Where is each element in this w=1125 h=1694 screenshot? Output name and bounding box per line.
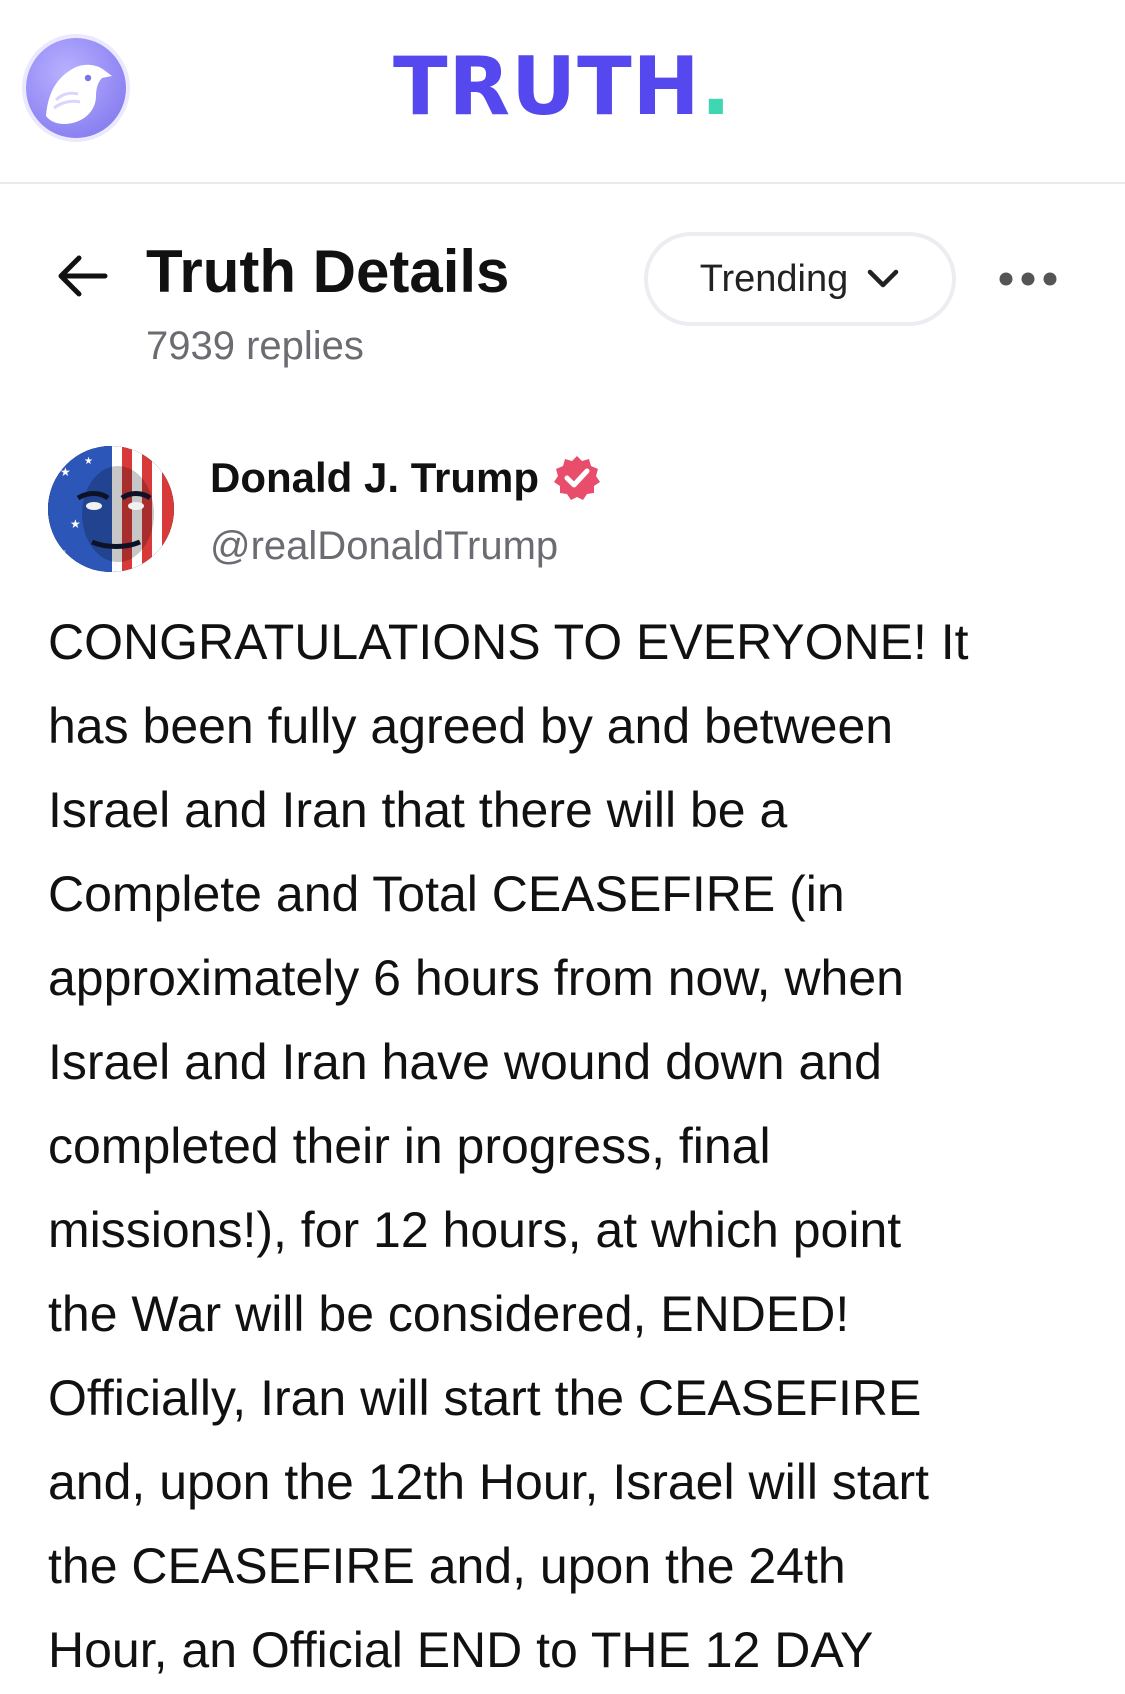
verified-badge-icon <box>554 456 601 500</box>
svg-text:★: ★ <box>70 517 81 531</box>
author-name[interactable]: Donald J. Trump <box>210 452 539 504</box>
brand-name: TRUTH <box>392 40 701 133</box>
back-button[interactable] <box>52 246 112 306</box>
page-title: Truth Details <box>146 238 510 305</box>
avatar[interactable]: ★ ★ ★ ★ <box>48 446 174 572</box>
arrow-left-icon <box>58 255 108 297</box>
chevron-down-icon <box>868 269 899 288</box>
svg-text:★: ★ <box>84 456 93 467</box>
reply-count: 7939 replies <box>146 324 364 368</box>
svg-text:★: ★ <box>56 545 67 559</box>
sort-label: Trending <box>699 257 849 300</box>
more-options-button[interactable] <box>996 256 1060 302</box>
post-text: CONGRATULATIONS TO EVERYONE! It has been… <box>48 614 969 1678</box>
sort-dropdown[interactable]: Trending <box>644 232 956 326</box>
brand-wordmark: TRUTH. <box>0 42 1125 132</box>
app-header: TRUTH. <box>0 0 1125 184</box>
more-horizontal-icon <box>999 272 1057 286</box>
author-handle[interactable]: @realDonaldTrump <box>210 520 558 572</box>
author-name-row: Donald J. Trump <box>210 452 601 504</box>
brand-dot: . <box>700 40 733 133</box>
svg-text:★: ★ <box>60 465 71 479</box>
